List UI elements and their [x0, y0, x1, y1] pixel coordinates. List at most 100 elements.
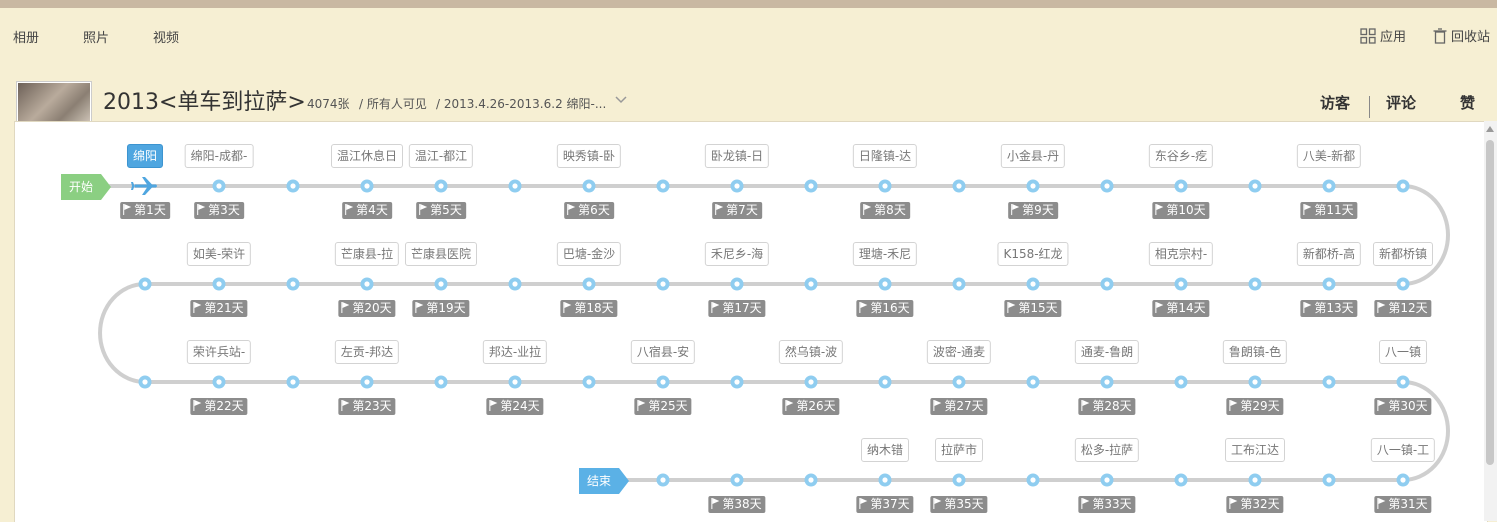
day-badge[interactable]: 第31天: [1374, 496, 1432, 513]
stop-label[interactable]: 绵阳-成都-: [184, 144, 254, 168]
route-stop-dot-center: [364, 183, 370, 189]
day-badge[interactable]: 第33天: [1078, 496, 1136, 513]
flag-icon: [711, 302, 720, 313]
day-label: 第5天: [430, 203, 462, 217]
day-badge[interactable]: 第17天: [708, 300, 766, 317]
stop-label[interactable]: 左贡-邦达: [334, 340, 400, 364]
stop-label[interactable]: 邦达-业拉: [482, 340, 548, 364]
day-badge[interactable]: 第32天: [1226, 496, 1284, 513]
flag-icon: [715, 204, 724, 215]
flag-icon: [1303, 302, 1312, 313]
route-stop-dot-center: [1104, 183, 1110, 189]
stop-label[interactable]: 东谷乡-疙: [1148, 144, 1214, 168]
stop-label[interactable]: 通麦-鲁朗: [1074, 340, 1140, 364]
route-stop-dot-center: [808, 477, 814, 483]
stop-label[interactable]: 八一镇: [1378, 340, 1428, 364]
stop-label[interactable]: 波密-通麦: [926, 340, 992, 364]
stop-label[interactable]: 禾尼乡-海: [704, 242, 770, 266]
route-stop-dot-center: [438, 281, 444, 287]
day-badge[interactable]: 第19天: [412, 300, 470, 317]
route-stop-dot-center: [1030, 477, 1036, 483]
stop-label[interactable]: 温江-都江: [408, 144, 474, 168]
end-tag[interactable]: 结束: [579, 468, 629, 494]
day-label: 第16天: [870, 301, 910, 315]
stop-label[interactable]: 日隆镇-达: [852, 144, 918, 168]
day-badge[interactable]: 第37天: [856, 496, 914, 513]
stop-label[interactable]: 工布江达: [1224, 438, 1286, 462]
stop-label[interactable]: 荣许兵站-: [186, 340, 252, 364]
stop-label[interactable]: 拉萨市: [934, 438, 984, 462]
route-stop-dot-center: [660, 183, 666, 189]
stop-label[interactable]: 八美-新都: [1296, 144, 1362, 168]
route-stop-dot-center: [586, 379, 592, 385]
stop-label[interactable]: 芒康县-拉: [334, 242, 400, 266]
day-badge[interactable]: 第35天: [930, 496, 988, 513]
stop-label[interactable]: 巴塘-金沙: [556, 242, 622, 266]
stop-label[interactable]: 温江休息日: [330, 144, 404, 168]
stop-label[interactable]: 松多-拉萨: [1074, 438, 1140, 462]
stop-label[interactable]: 映秀镇-卧: [556, 144, 622, 168]
day-badge[interactable]: 第9天: [1008, 202, 1058, 219]
day-badge[interactable]: 第30天: [1374, 398, 1432, 415]
day-badge[interactable]: 第16天: [856, 300, 914, 317]
day-label: 第35天: [944, 497, 984, 511]
day-badge[interactable]: 第6天: [564, 202, 614, 219]
route-stop-dot-center: [1104, 379, 1110, 385]
day-label: 第6天: [578, 203, 610, 217]
route-stop-dot-center: [1400, 477, 1406, 483]
day-badge[interactable]: 第21天: [190, 300, 248, 317]
route-stop-dot-center: [438, 379, 444, 385]
day-badge[interactable]: 第18天: [560, 300, 618, 317]
day-label: 第4天: [356, 203, 388, 217]
day-badge[interactable]: 第14天: [1152, 300, 1210, 317]
day-badge[interactable]: 第23天: [338, 398, 396, 415]
flag-icon: [341, 302, 350, 313]
stop-label[interactable]: 芒康县医院: [404, 242, 478, 266]
day-badge[interactable]: 第1天: [120, 202, 170, 219]
day-label: 第9天: [1022, 203, 1054, 217]
day-badge[interactable]: 第26天: [782, 398, 840, 415]
day-badge[interactable]: 第4天: [342, 202, 392, 219]
stop-label[interactable]: 鲁朗镇-色: [1222, 340, 1288, 364]
day-badge[interactable]: 第20天: [338, 300, 396, 317]
day-badge[interactable]: 第22天: [190, 398, 248, 415]
day-badge[interactable]: 第7天: [712, 202, 762, 219]
stop-label[interactable]: 新都桥镇: [1372, 242, 1434, 266]
day-badge[interactable]: 第24天: [486, 398, 544, 415]
day-badge[interactable]: 第29天: [1226, 398, 1284, 415]
day-badge[interactable]: 第13天: [1300, 300, 1358, 317]
route-stop-dot-center: [1400, 379, 1406, 385]
route-stop-dot-center: [808, 379, 814, 385]
day-label: 第13天: [1314, 301, 1354, 315]
stop-label[interactable]: 卧龙镇-日: [704, 144, 770, 168]
stop-label[interactable]: 纳木错: [860, 438, 910, 462]
stop-label[interactable]: 如美-荣许: [186, 242, 252, 266]
day-badge[interactable]: 第27天: [930, 398, 988, 415]
day-badge[interactable]: 第11天: [1300, 202, 1358, 219]
stop-label[interactable]: 相克宗村-: [1148, 242, 1214, 266]
route-stop-dot-center: [1252, 281, 1258, 287]
route-stop-dot-center: [512, 281, 518, 287]
day-badge[interactable]: 第28天: [1078, 398, 1136, 415]
day-badge[interactable]: 第38天: [708, 496, 766, 513]
stop-label[interactable]: 八宿县-安: [630, 340, 696, 364]
day-badge[interactable]: 第8天: [860, 202, 910, 219]
day-badge[interactable]: 第3天: [194, 202, 244, 219]
route-stop-dot-center: [1252, 183, 1258, 189]
day-label: 第37天: [870, 497, 910, 511]
day-badge[interactable]: 第25天: [634, 398, 692, 415]
route-stop-dot-center: [290, 379, 296, 385]
stop-label[interactable]: 小金县-丹: [1000, 144, 1066, 168]
day-badge[interactable]: 第5天: [416, 202, 466, 219]
stop-label[interactable]: 然乌镇-波: [778, 340, 844, 364]
route-stop-dot-center: [956, 183, 962, 189]
stop-label[interactable]: K158-红龙: [997, 242, 1069, 266]
day-label: 第24天: [500, 399, 540, 413]
day-badge[interactable]: 第15天: [1004, 300, 1062, 317]
stop-label[interactable]: 理塘-禾尼: [852, 242, 918, 266]
stop-label[interactable]: 新都桥-高: [1296, 242, 1362, 266]
stop-label[interactable]: 八一镇-工: [1370, 438, 1436, 462]
day-badge[interactable]: 第10天: [1152, 202, 1210, 219]
day-badge[interactable]: 第12天: [1374, 300, 1432, 317]
stop-label[interactable]: 绵阳: [126, 144, 164, 168]
